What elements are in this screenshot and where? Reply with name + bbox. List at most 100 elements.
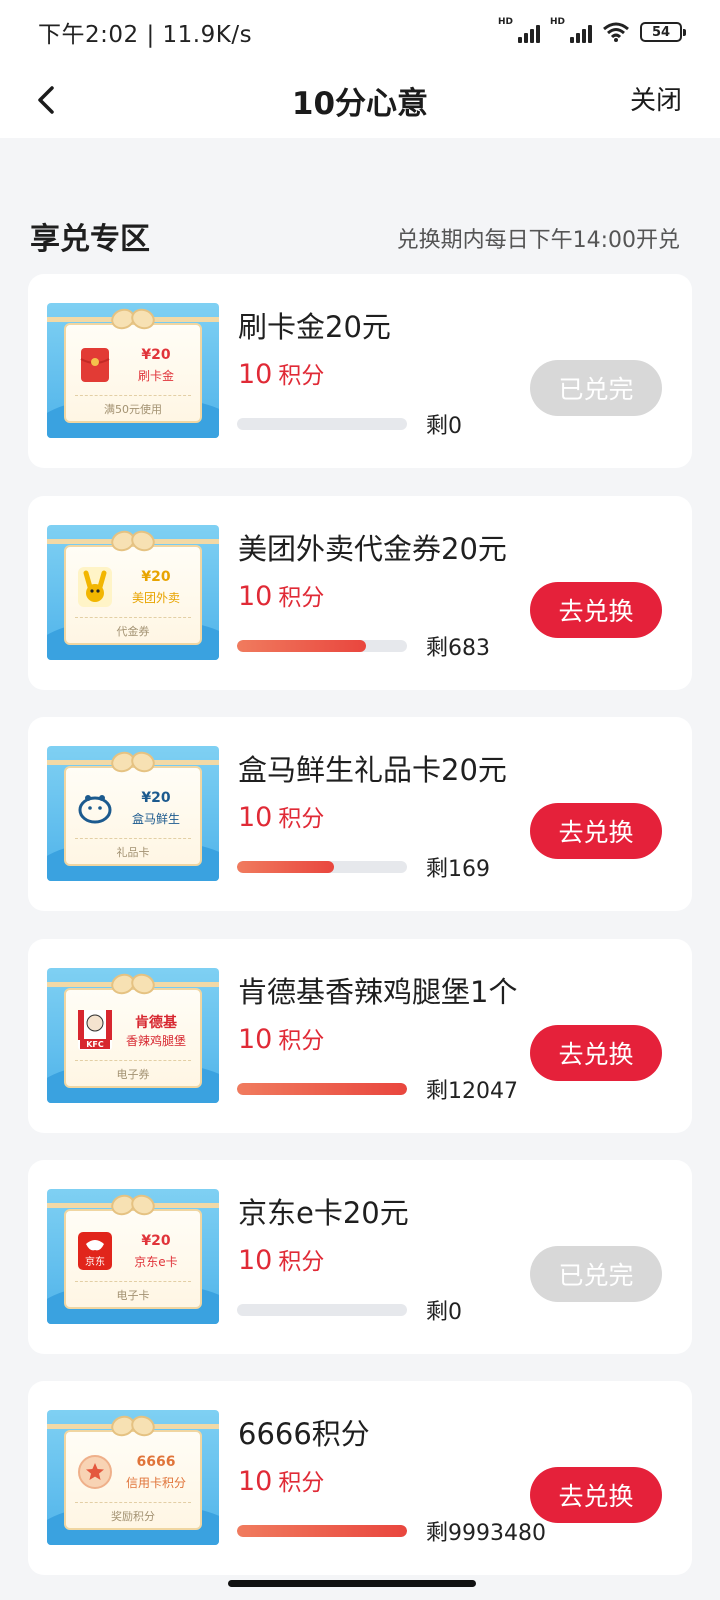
status-bar: 下午2:02 | 11.9K/s HD HD 54 (0, 0, 720, 64)
points-unit: 积分 (278, 1249, 325, 1275)
stock-progress-fill (237, 1083, 407, 1095)
product-thumbnail: 京东 ¥20 京东e卡电子卡 (47, 1189, 219, 1324)
product-points: 10 积分 (238, 799, 324, 833)
product-title: 京东e卡20元 (238, 1196, 409, 1230)
product-thumbnail: ¥20 刷卡金满50元使用 (47, 303, 219, 438)
section-note: 兑换期内每日下午14:00开兑 (396, 228, 680, 253)
stock-progress-bar (237, 418, 407, 430)
svg-text:京东: 京东 (85, 1255, 105, 1268)
remaining-count: 剩9993480 (426, 1521, 546, 1546)
product-points: 10 积分 (238, 1463, 324, 1497)
points-unit: 积分 (278, 806, 325, 832)
points-value: 10 (238, 802, 273, 833)
close-button[interactable]: 关闭 (630, 80, 682, 117)
ribbon-bow-icon (113, 752, 153, 772)
product-title: 盒马鲜生礼品卡20元 (238, 753, 507, 787)
product-title: 6666积分 (238, 1417, 370, 1451)
sold-out-button: 已兑完 (530, 1246, 662, 1302)
product-points: 10 积分 (238, 578, 324, 612)
battery-icon: 54 (640, 22, 686, 42)
points-unit: 积分 (278, 1028, 325, 1054)
stock-progress-bar (237, 861, 407, 873)
ribbon-bow-icon (113, 309, 153, 329)
product-card[interactable]: KFC 肯德基香辣鸡腿堡电子券 肯德基香辣鸡腿堡1个 10 积分剩12047 去兑换 (28, 939, 692, 1133)
stock-progress-bar (237, 1304, 407, 1316)
kfc-logo-icon: KFC (77, 1010, 113, 1050)
points-value: 10 (238, 581, 273, 612)
product-card[interactable]: ¥20 美团外卖代金券 美团外卖代金券20元 10 积分剩683 去兑换 (28, 496, 692, 690)
thumbnail-name: 美团外卖 (131, 591, 180, 605)
product-thumbnail: KFC 肯德基香辣鸡腿堡电子券 (47, 968, 219, 1103)
ribbon-bow-icon (113, 1416, 153, 1436)
stock-progress-fill (237, 1525, 407, 1537)
product-thumbnail: 6666 信用卡积分奖励积分 (47, 1410, 219, 1545)
thumbnail-value: ¥20 (141, 1233, 171, 1249)
thumbnail-name: 京东e卡 (134, 1255, 178, 1269)
red-envelope-icon (77, 345, 113, 385)
product-points: 10 积分 (238, 1242, 324, 1276)
signal-icon-2: HD (550, 17, 592, 43)
redeem-button[interactable]: 去兑换 (530, 582, 662, 638)
nav-bar: 10分心意 关闭 (0, 64, 720, 138)
product-card[interactable]: ¥20 盒马鲜生礼品卡 盒马鲜生礼品卡20元 10 积分剩169 去兑换 (28, 717, 692, 911)
section-title: 享兑专区 (30, 222, 150, 257)
remaining-count: 剩0 (426, 1300, 462, 1325)
status-time-speed: 下午2:02 | 11.9K/s (38, 22, 253, 48)
hd-label-2: HD (550, 17, 566, 27)
product-card[interactable]: 6666 信用卡积分 奖励积分 6666积分 10 积分 剩9993480 去兑换 (28, 1381, 692, 1575)
product-card[interactable]: ¥20 刷卡金 满50元使用 刷卡金20元 10 积分 剩0 已兑完 (28, 274, 692, 468)
product-points: 10 积分 (238, 356, 324, 390)
thumbnail-footer: 满50元使用 (104, 403, 162, 416)
svg-text:KFC: KFC (86, 1040, 104, 1049)
stock-progress-bar (237, 640, 407, 652)
thumbnail-value: ¥20 (141, 790, 171, 806)
stock-progress-fill (237, 640, 367, 652)
thumbnail-name: 香辣鸡腿堡 (125, 1034, 186, 1048)
ribbon-bow-icon (113, 974, 153, 994)
signal-icon: HD (498, 17, 540, 43)
remaining-count: 剩169 (426, 857, 490, 882)
thumbnail-value: ¥20 (141, 569, 171, 585)
thumbnail-footer: 电子卡 (116, 1289, 150, 1302)
home-indicator[interactable] (228, 1580, 476, 1587)
thumbnail-value: 肯德基 (135, 1015, 177, 1031)
remaining-count: 剩12047 (426, 1079, 518, 1104)
points-value: 10 (238, 359, 273, 390)
points-value: 10 (238, 1245, 273, 1276)
remaining-count: 剩0 (426, 414, 462, 439)
points-unit: 积分 (278, 1470, 325, 1496)
product-title: 美团外卖代金券20元 (238, 532, 507, 566)
thumbnail-name: 信用卡积分 (125, 1476, 186, 1490)
remaining-count: 剩683 (426, 636, 490, 661)
points-unit: 积分 (278, 585, 325, 611)
wifi-icon (603, 22, 629, 42)
product-points: 10 积分 (238, 1021, 324, 1055)
product-card[interactable]: 京东 ¥20 京东e卡电子卡 京东e卡20元 10 积分剩0 已兑完 (28, 1160, 692, 1354)
stock-progress-fill (237, 861, 334, 873)
thumbnail-name: 盒马鲜生 (131, 812, 180, 826)
points-value: 10 (238, 1466, 273, 1497)
product-title: 肯德基香辣鸡腿堡1个 (238, 975, 518, 1009)
points-unit: 积分 (278, 363, 325, 389)
hema-hippo-icon (77, 788, 113, 828)
thumbnail-value: ¥20 (141, 347, 171, 363)
thumbnail-footer: 电子券 (116, 1068, 150, 1081)
status-icons: HD HD 54 (498, 17, 686, 43)
star-medal-icon (77, 1452, 113, 1492)
ribbon-bow-icon (113, 531, 153, 551)
ribbon-bow-icon (113, 1195, 153, 1215)
thumbnail-value: 6666 (136, 1454, 176, 1470)
hd-label: HD (498, 17, 514, 27)
stock-progress-bar (237, 1525, 407, 1537)
redeem-button[interactable]: 去兑换 (530, 1467, 662, 1523)
points-value: 10 (238, 1024, 273, 1055)
thumbnail-footer: 礼品卡 (116, 846, 150, 859)
stock-progress-bar (237, 1083, 407, 1095)
thumbnail-footer: 代金券 (116, 625, 150, 638)
thumbnail-footer: 奖励积分 (111, 1510, 155, 1523)
thumbnail-name: 刷卡金 (137, 369, 174, 383)
jd-dog-icon: 京东 (77, 1231, 113, 1271)
redeem-button[interactable]: 去兑换 (530, 803, 662, 859)
product-thumbnail: ¥20 美团外卖代金券 (47, 525, 219, 660)
redeem-button[interactable]: 去兑换 (530, 1025, 662, 1081)
